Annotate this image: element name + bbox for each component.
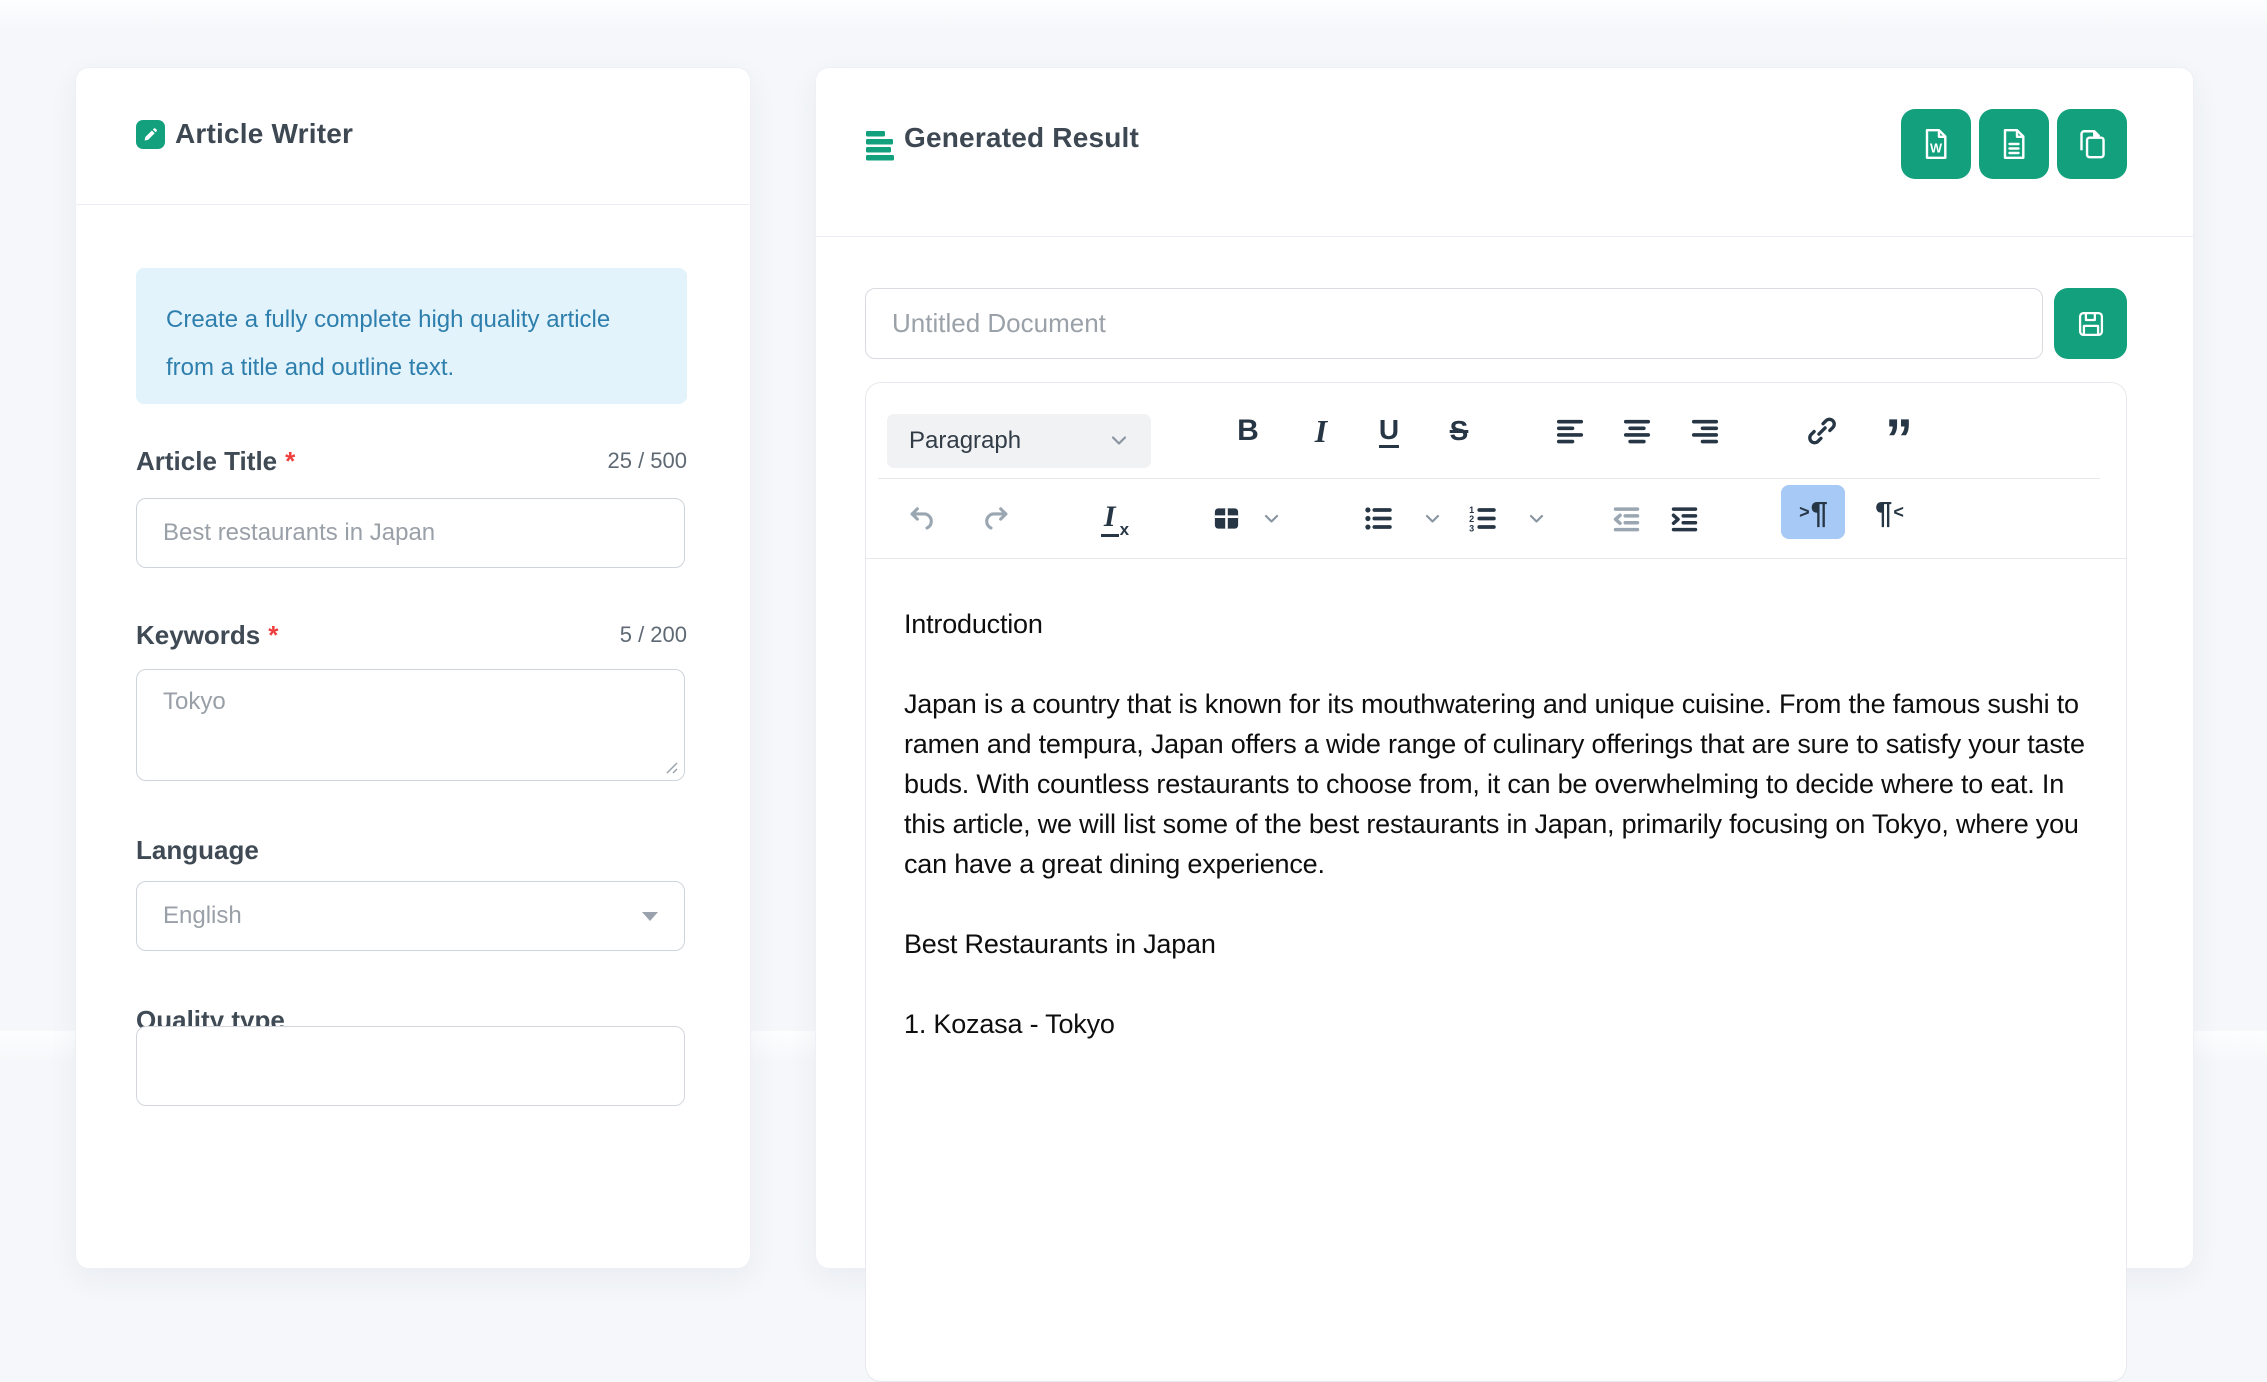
required-asterisk: * <box>268 620 278 651</box>
align-center-icon <box>1622 416 1652 446</box>
export-word-button[interactable]: W <box>1901 109 1971 179</box>
header-divider <box>76 204 750 205</box>
content-heading: Introduction <box>904 604 2088 644</box>
insert-table-button[interactable] <box>1204 495 1248 543</box>
header-divider <box>816 236 2193 237</box>
paragraph-style-dropdown[interactable]: Paragraph <box>887 414 1151 468</box>
info-text: Create a fully complete high quality art… <box>166 306 610 381</box>
redo-icon <box>980 503 1011 534</box>
numbered-list-icon: 1 2 3 <box>1467 503 1498 534</box>
article-title-input[interactable] <box>136 498 685 568</box>
keywords-textarea[interactable]: Tokyo <box>136 669 685 781</box>
outdent-icon <box>1611 503 1642 534</box>
link-icon <box>1806 415 1838 447</box>
clear-formatting-icon: Ix <box>1101 500 1129 537</box>
strikethrough-button[interactable]: S <box>1437 407 1481 455</box>
document-title-input[interactable] <box>865 288 2043 359</box>
toolbar-row-1: Paragraph B I U S <box>866 383 2126 479</box>
bulleted-list-icon <box>1363 503 1394 534</box>
align-left-icon <box>1555 416 1585 446</box>
export-text-button[interactable] <box>1979 109 2049 179</box>
generated-result-panel: Generated Result W <box>815 67 2194 1269</box>
indent-icon <box>1669 503 1700 534</box>
chevron-down-icon <box>1109 434 1129 448</box>
rich-text-editor: Paragraph B I U S <box>865 382 2127 1382</box>
align-right-icon <box>1690 416 1720 446</box>
chevron-down-icon <box>1263 513 1280 525</box>
rtl-paragraph-icon: ¶< <box>1875 497 1905 528</box>
article-title-label: Article Title <box>136 446 277 477</box>
redo-button[interactable] <box>973 495 1017 543</box>
chevron-down-icon <box>642 912 658 921</box>
article-writer-panel: Article Writer Create a fully complete h… <box>75 67 751 1269</box>
page: Article Writer Create a fully complete h… <box>0 0 2267 1031</box>
article-title-label-row: Article Title * 25 / 500 <box>136 444 687 478</box>
content-paragraph: Japan is a country that is known for its… <box>904 684 2088 884</box>
underline-button[interactable]: U <box>1367 407 1411 455</box>
article-title-counter: 25 / 500 <box>607 448 687 474</box>
keywords-label: Keywords <box>136 620 260 651</box>
quality-type-select[interactable] <box>136 1026 685 1106</box>
svg-text:W: W <box>1930 140 1943 155</box>
undo-icon <box>907 503 938 534</box>
svg-text:3: 3 <box>1469 524 1474 534</box>
table-icon <box>1211 503 1242 534</box>
pencil-icon <box>136 120 165 149</box>
chevron-down-icon <box>1528 513 1545 525</box>
align-right-button[interactable] <box>1683 407 1727 455</box>
blockquote-button[interactable]: ” <box>1876 407 1920 455</box>
content-subheading: Best Restaurants in Japan <box>904 924 2088 964</box>
text-direction-ltr-button[interactable]: >¶ <box>1781 485 1845 539</box>
numbered-list-button[interactable]: 1 2 3 <box>1460 495 1504 543</box>
result-lines-icon <box>866 130 896 161</box>
language-value: English <box>163 902 242 930</box>
bulleted-list-dropdown-chevron[interactable] <box>1419 495 1445 543</box>
required-asterisk: * <box>285 446 295 477</box>
clear-formatting-button[interactable]: Ix <box>1093 495 1137 543</box>
bold-button[interactable]: B <box>1226 407 1270 455</box>
toolbar-row-2: Ix <box>866 479 2126 559</box>
numbered-list-dropdown-chevron[interactable] <box>1523 495 1549 543</box>
undo-button[interactable] <box>900 495 944 543</box>
save-button[interactable] <box>2054 288 2127 359</box>
article-writer-header: Article Writer <box>76 68 750 204</box>
italic-button[interactable]: I <box>1299 407 1343 455</box>
outdent-button[interactable] <box>1604 495 1648 543</box>
keywords-counter: 5 / 200 <box>620 622 687 648</box>
content-list-item: 1. Kozasa - Tokyo <box>904 1004 2088 1044</box>
align-left-button[interactable] <box>1548 407 1592 455</box>
copy-button[interactable] <box>2057 109 2127 179</box>
panel-title: Generated Result <box>904 116 1139 160</box>
keywords-label-row: Keywords * 5 / 200 <box>136 618 687 652</box>
indent-button[interactable] <box>1662 495 1706 543</box>
copy-icon <box>2074 126 2110 162</box>
link-button[interactable] <box>1800 407 1844 455</box>
table-dropdown-chevron[interactable] <box>1258 495 1284 543</box>
chevron-down-icon <box>1424 513 1441 525</box>
align-center-button[interactable] <box>1615 407 1659 455</box>
language-label: Language <box>136 835 259 866</box>
paragraph-style-value: Paragraph <box>909 427 1021 455</box>
word-file-icon: W <box>1918 126 1954 162</box>
text-direction-rtl-button[interactable]: ¶< <box>1858 485 1922 539</box>
info-box: Create a fully complete high quality art… <box>136 268 687 404</box>
panel-title: Article Writer <box>175 112 353 156</box>
save-icon <box>2074 307 2108 341</box>
ltr-paragraph-icon: >¶ <box>1798 497 1828 528</box>
editor-content[interactable]: Introduction Japan is a country that is … <box>866 559 2126 1064</box>
language-select[interactable]: English <box>136 881 685 951</box>
language-label-row: Language <box>136 833 687 867</box>
text-file-icon <box>1996 126 2032 162</box>
bulleted-list-button[interactable] <box>1356 495 1400 543</box>
